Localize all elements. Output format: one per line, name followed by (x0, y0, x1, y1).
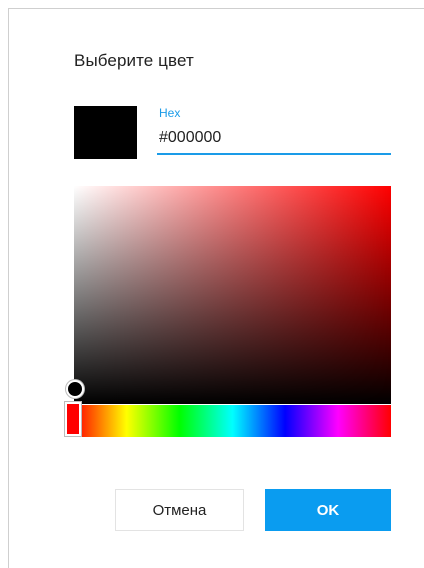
color-picker-dialog: Выберите цвет Hex Отмена OK (8, 8, 424, 568)
saturation-value-handle[interactable] (66, 380, 84, 398)
hex-label: Hex (159, 106, 181, 120)
hue-slider[interactable] (74, 405, 391, 437)
dialog-title: Выберите цвет (74, 51, 194, 70)
color-preview-swatch (74, 106, 137, 159)
saturation-value-area[interactable] (74, 186, 391, 404)
hex-input[interactable] (157, 123, 391, 155)
ok-button[interactable]: OK (265, 489, 391, 531)
hue-slider-handle[interactable] (65, 402, 81, 436)
cancel-button[interactable]: Отмена (115, 489, 244, 531)
